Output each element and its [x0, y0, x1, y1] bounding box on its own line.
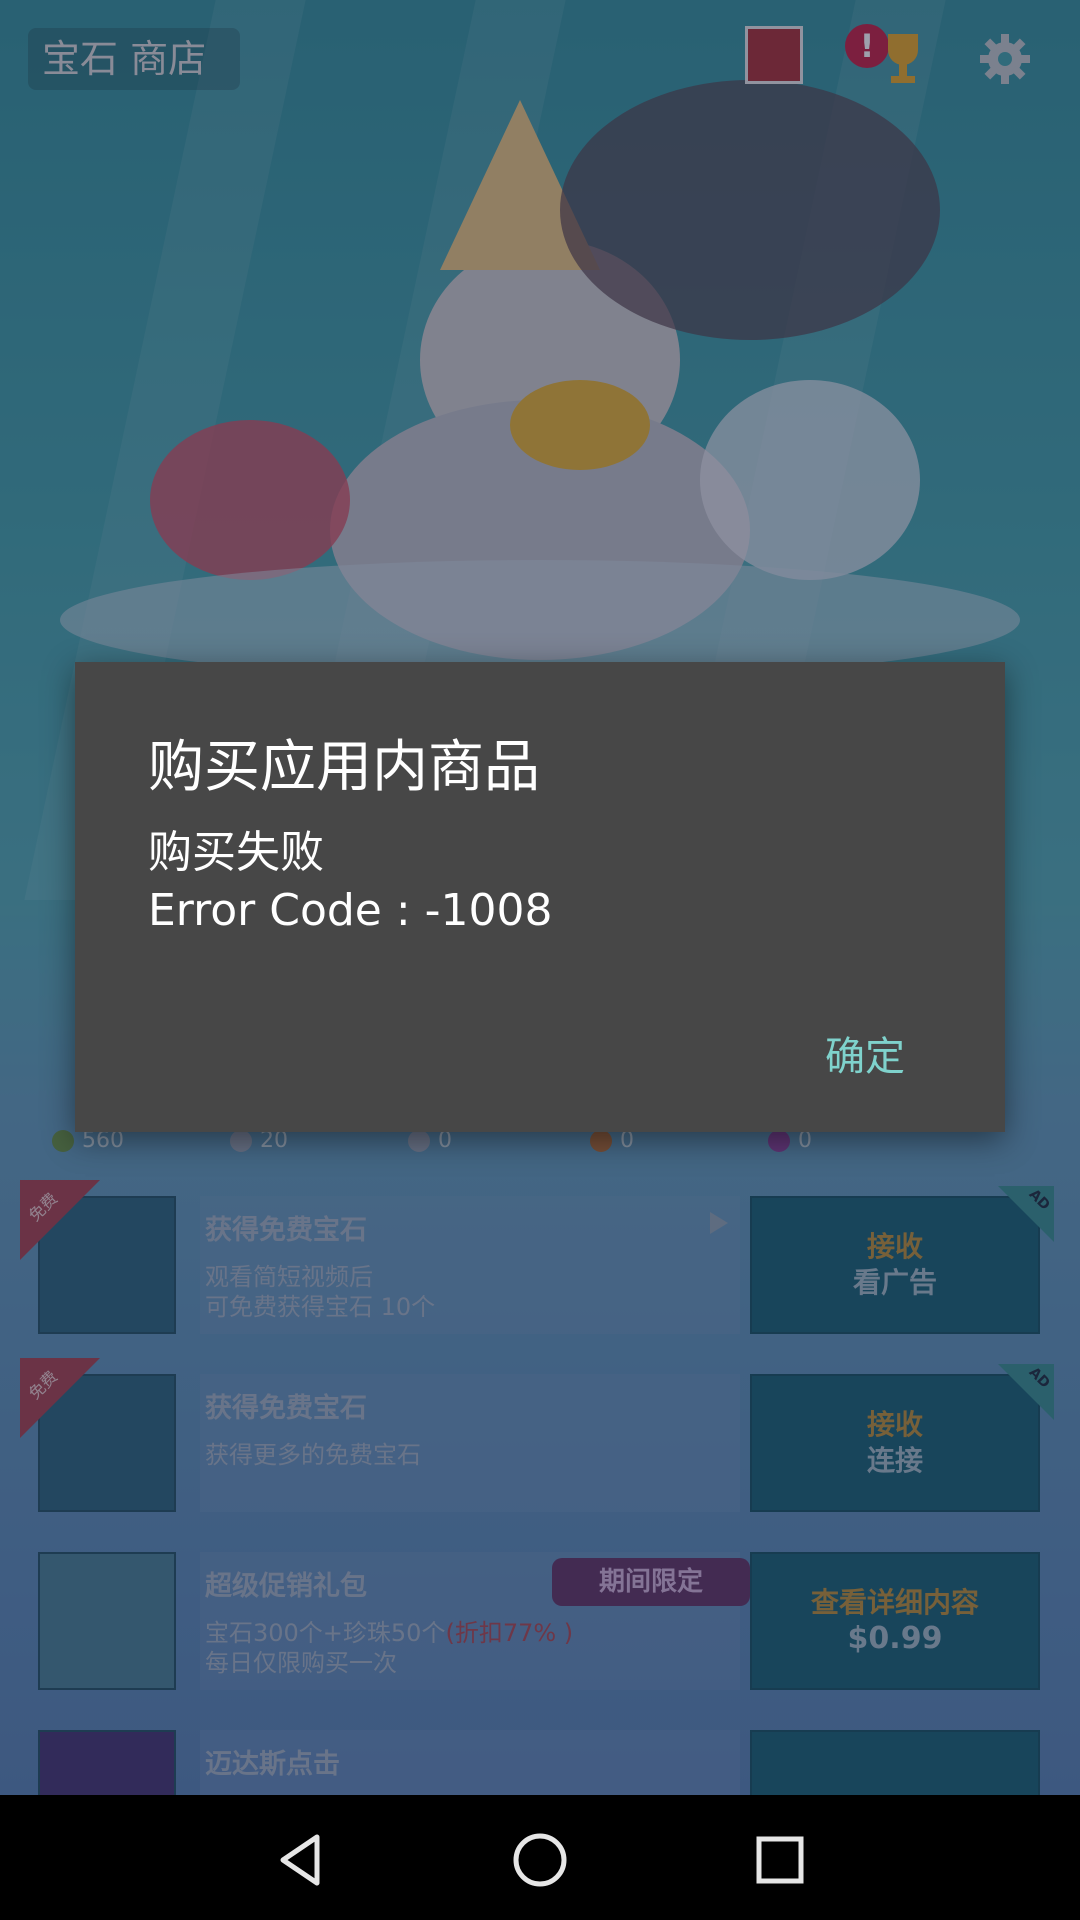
dialog-title: 购买应用内商品 — [148, 735, 540, 800]
home-icon[interactable] — [505, 1825, 575, 1895]
ok-button[interactable]: 确定 — [810, 1022, 920, 1092]
error-message: 购买失败 — [148, 827, 324, 878]
purchase-dialog: 购买应用内商品 购买失败 Error Code : -1008 确定 — [75, 662, 1005, 1132]
error-code: Error Code : -1008 — [148, 885, 553, 936]
back-icon[interactable] — [265, 1825, 335, 1895]
recents-icon[interactable] — [745, 1825, 815, 1895]
dialog-message: 购买失败 Error Code : -1008 — [148, 824, 553, 940]
navigation-bar — [0, 1795, 1080, 1920]
